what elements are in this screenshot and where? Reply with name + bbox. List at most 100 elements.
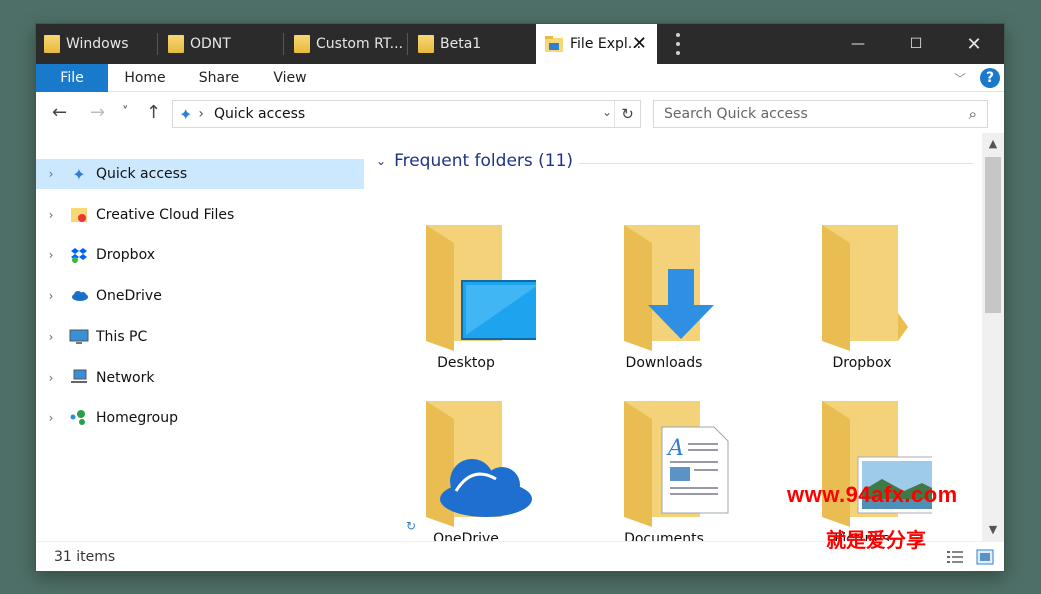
group-title: Frequent folders (11): [394, 151, 574, 171]
folder-tile-documents[interactable]: A Documents: [574, 399, 754, 541]
recent-locations-icon[interactable]: ˅: [122, 105, 129, 120]
pin-icon: ✦: [72, 164, 86, 184]
minimize-button[interactable]: —: [829, 24, 887, 64]
tab-label: Beta1: [440, 36, 482, 52]
expand-icon[interactable]: ›: [40, 371, 62, 385]
folder-label: Desktop: [437, 355, 495, 371]
nav-item-label: Quick access: [96, 166, 188, 182]
watermark-slogan: 就是爱分享: [826, 528, 926, 552]
scroll-down-icon[interactable]: ▼: [982, 523, 1004, 536]
dropbox-folder-icon: [822, 225, 908, 351]
scroll-up-icon[interactable]: ▲: [982, 137, 1004, 150]
folder-tile-onedrive[interactable]: ↻ OneDrive: [376, 399, 556, 541]
documents-folder-icon: A: [624, 401, 729, 527]
folder-tile-downloads[interactable]: Downloads: [574, 223, 754, 393]
nav-item-label: OneDrive: [96, 288, 162, 304]
expand-icon[interactable]: ›: [40, 330, 62, 344]
downloads-folder-icon: [624, 225, 714, 351]
nav-item-label: Network: [96, 370, 155, 386]
nav-item-dropbox[interactable]: › Dropbox: [36, 240, 364, 270]
expand-ribbon-icon[interactable]: ﹀: [954, 70, 966, 87]
folder-tile-dropbox[interactable]: Dropbox: [772, 223, 952, 393]
pin-icon: ✦: [179, 104, 193, 124]
folder-tile-pictures[interactable]: Pictures: [772, 399, 952, 541]
back-icon[interactable]: ←: [52, 102, 67, 123]
folder-tile-desktop[interactable]: Desktop: [376, 223, 556, 393]
tab-beta1[interactable]: Beta1: [410, 24, 534, 64]
folder-label: Downloads: [625, 355, 703, 371]
address-dropdown-icon[interactable]: ⌄: [602, 105, 612, 119]
vertical-scrollbar[interactable]: ▲ ▼: [982, 133, 1004, 541]
nav-item-onedrive[interactable]: › OneDrive: [36, 281, 364, 311]
maximize-button[interactable]: ☐: [887, 24, 945, 64]
address-bar[interactable]: ✦ › Quick access ⌄ ↻: [172, 100, 641, 128]
tab-windows[interactable]: Windows: [36, 24, 158, 64]
ribbon-tab-view[interactable]: View: [262, 64, 318, 92]
search-box[interactable]: ⌕: [653, 100, 988, 128]
folder-icon: [418, 35, 434, 53]
item-count: 31 items: [54, 549, 116, 565]
tab-label: ODNT: [190, 36, 231, 52]
nav-item-label: Homegroup: [96, 410, 179, 426]
up-icon[interactable]: ↑: [146, 102, 161, 123]
nav-item-homegroup[interactable]: › Homegroup: [36, 403, 364, 433]
expand-icon[interactable]: ›: [40, 208, 62, 222]
expand-icon[interactable]: ›: [40, 167, 62, 181]
breadcrumb-separator: ›: [198, 106, 205, 122]
folder-label: Dropbox: [832, 355, 892, 371]
group-divider: [578, 163, 974, 164]
refresh-icon[interactable]: ↻: [614, 101, 640, 127]
tab-custom-rt[interactable]: Custom RT...: [286, 24, 408, 64]
onedrive-folder-icon: [426, 401, 532, 527]
desktop-folder-icon: [426, 225, 536, 351]
nav-item-label: Creative Cloud Files: [96, 207, 235, 223]
collapse-group-icon[interactable]: ⌄: [376, 154, 386, 168]
tab-odnt[interactable]: ODNT: [160, 24, 284, 64]
folder-icon: [168, 35, 184, 53]
ribbon: File Home Share View ﹀ ?: [36, 64, 1004, 92]
nav-item-network[interactable]: › Network: [36, 363, 364, 393]
file-explorer-icon: [545, 36, 563, 52]
folder-icon: [44, 35, 60, 53]
breadcrumb-quick-access[interactable]: Quick access: [214, 106, 305, 122]
folder-label: Documents: [624, 531, 704, 541]
ribbon-tab-share[interactable]: Share: [190, 64, 248, 92]
tab-separator: [157, 33, 158, 55]
nav-item-this-pc[interactable]: › This PC: [36, 322, 364, 352]
computer-icon: [68, 327, 90, 347]
expand-icon[interactable]: ›: [40, 289, 62, 303]
search-input[interactable]: [664, 102, 954, 126]
ribbon-tab-home[interactable]: Home: [116, 64, 174, 92]
onedrive-icon: [68, 286, 90, 306]
forward-icon[interactable]: →: [90, 102, 105, 123]
tab-bar: Windows ODNT Custom RT... Beta1 File Exp…: [36, 24, 1004, 64]
search-icon: ⌕: [968, 105, 977, 123]
close-tab-icon[interactable]: ✕: [632, 33, 647, 54]
address-row: ← → ˅ ↑ ✦ › Quick access ⌄ ↻ ⌕: [36, 93, 1004, 133]
tab-label: Custom RT...: [316, 36, 404, 52]
maximize-icon: ☐: [909, 36, 923, 52]
expand-icon[interactable]: ›: [40, 411, 62, 425]
ribbon-tab-file[interactable]: File: [36, 64, 108, 92]
details-view-icon[interactable]: [946, 549, 964, 565]
folder-label: OneDrive: [433, 531, 499, 541]
content-pane: ⌄ Frequent folders (11) Desktop Download…: [366, 133, 982, 541]
nav-item-label: This PC: [96, 329, 148, 345]
scroll-thumb[interactable]: [985, 157, 1001, 313]
close-button[interactable]: ✕: [945, 24, 1003, 64]
nav-item-quick-access[interactable]: › ✦ Quick access: [36, 159, 364, 189]
tab-separator: [407, 33, 408, 55]
homegroup-icon: [68, 408, 90, 428]
group-header-frequent-folders[interactable]: ⌄ Frequent folders (11): [376, 151, 573, 171]
minimize-icon: —: [851, 36, 865, 52]
more-options-icon[interactable]: [668, 31, 688, 57]
expand-icon[interactable]: ›: [40, 248, 62, 262]
help-button[interactable]: ?: [980, 68, 1000, 88]
creative-cloud-icon: [68, 205, 90, 225]
nav-item-creative-cloud-files[interactable]: › Creative Cloud Files: [36, 200, 364, 230]
watermark-url: www.94afx.com: [787, 482, 958, 507]
svg-text:A: A: [666, 436, 684, 461]
large-icons-view-icon[interactable]: [976, 549, 994, 565]
folder-icon: [294, 35, 310, 53]
tab-file-explorer[interactable]: File Expl... ✕: [536, 24, 657, 64]
